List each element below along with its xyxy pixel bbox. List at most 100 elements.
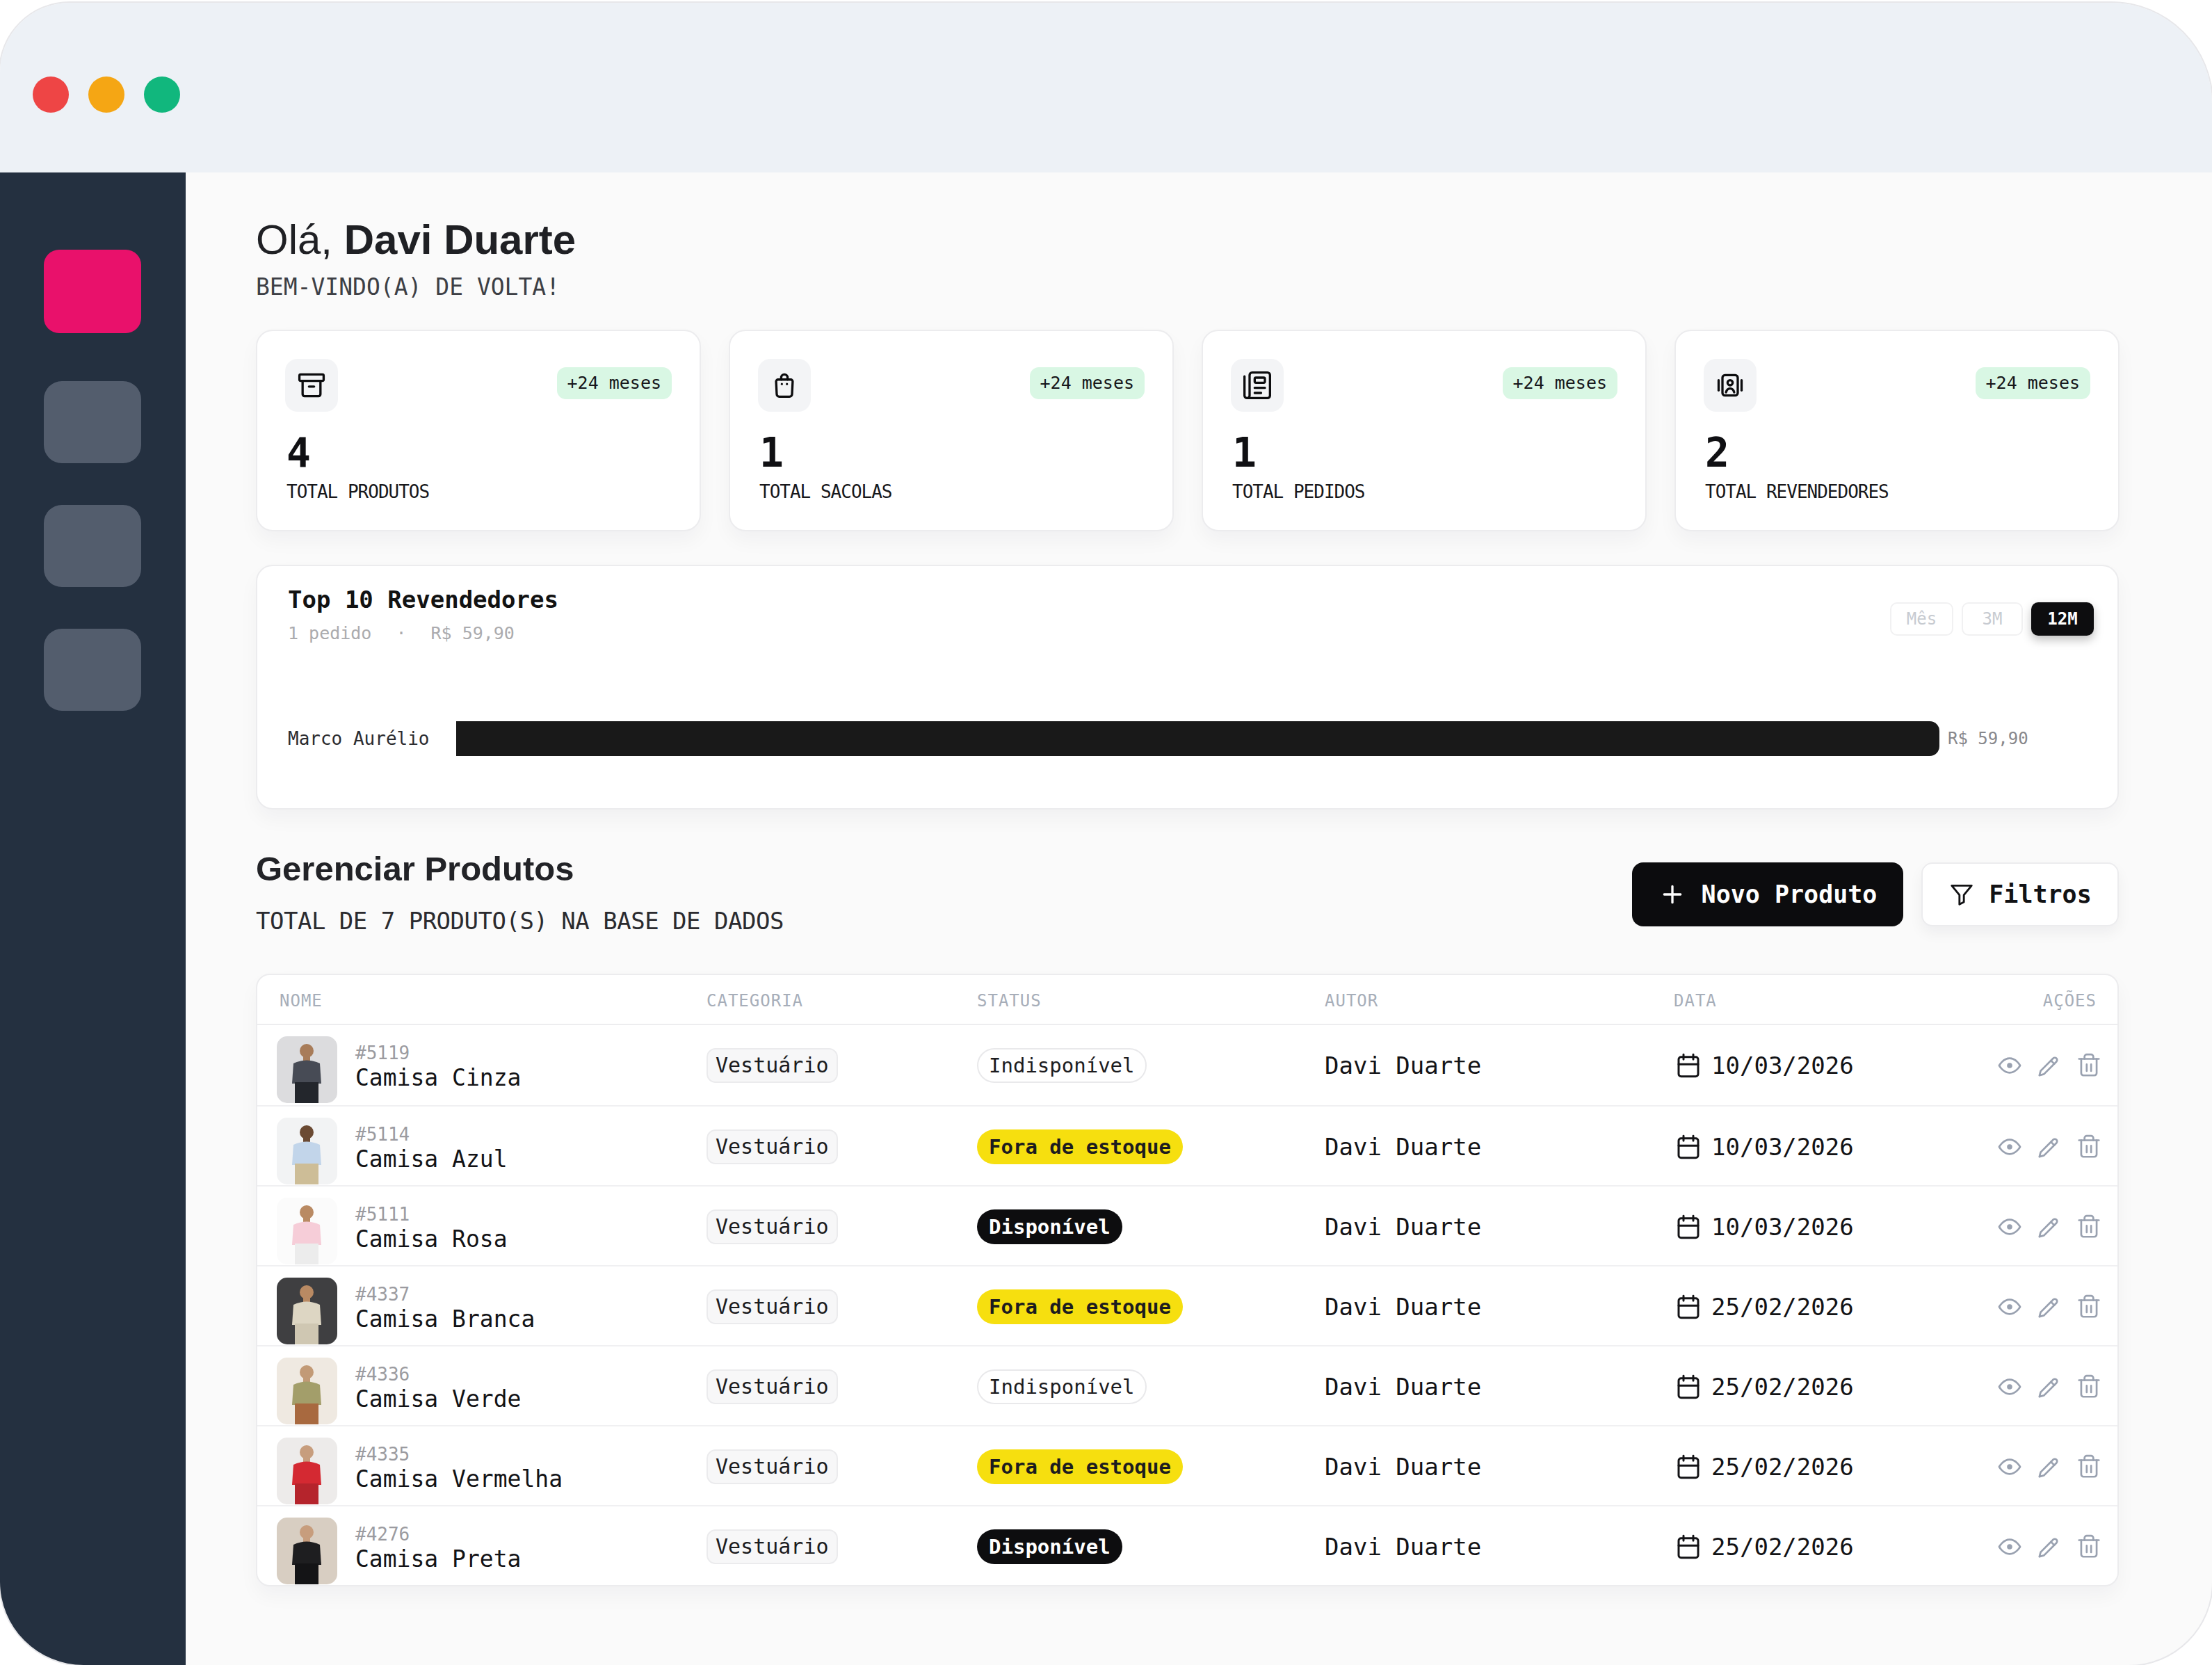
product-date: 25/02/2026 xyxy=(1674,1426,1854,1506)
edit-icon[interactable] xyxy=(2036,1214,2062,1240)
top-resellers-panel: Top 10 Revendedores 1 pedido·R$ 59,90 Mê… xyxy=(256,565,2119,810)
product-photo-figure xyxy=(277,1438,337,1504)
row-actions xyxy=(1996,1346,2102,1426)
reseller-name: Marco Aurélio xyxy=(288,728,456,749)
separator-dot: · xyxy=(396,623,406,643)
calendar-icon xyxy=(1674,1532,1703,1561)
col-header-acoes: AÇÕES xyxy=(2043,991,2097,1011)
view-icon[interactable] xyxy=(1996,1534,2023,1560)
product-photo xyxy=(277,1438,337,1504)
new-product-label: Novo Produto xyxy=(1702,880,1878,908)
view-icon[interactable] xyxy=(1996,1374,2023,1400)
product-row: #4336 Camisa Verde Vestuário Indisponíve… xyxy=(257,1345,2117,1425)
new-product-button[interactable]: Novo Produto xyxy=(1632,862,1903,926)
stat-icon-box xyxy=(758,359,811,412)
delete-icon[interactable] xyxy=(2076,1214,2102,1240)
delete-icon[interactable] xyxy=(2076,1534,2102,1560)
filters-button[interactable]: Filtros xyxy=(1921,862,2119,926)
product-author: Davi Duarte xyxy=(1325,1025,1481,1105)
product-date-text: 25/02/2026 xyxy=(1711,1293,1854,1321)
product-date-text: 10/03/2026 xyxy=(1711,1052,1854,1079)
stat-period-badge: +24 meses xyxy=(1030,367,1145,399)
edit-icon[interactable] xyxy=(2036,1294,2062,1320)
status-chip: Indisponível xyxy=(977,1369,1147,1404)
range-button-12m[interactable]: 12M xyxy=(2031,602,2094,636)
delete-icon[interactable] xyxy=(2076,1454,2102,1480)
stat-icon-box xyxy=(1704,359,1757,412)
stat-label: TOTAL PRODUTOS xyxy=(286,481,429,502)
products-section-subtitle: TOTAL DE 7 PRODUTO(S) NA BASE DE DADOS xyxy=(256,907,784,935)
delete-icon[interactable] xyxy=(2076,1052,2102,1079)
calendar-icon xyxy=(1674,1132,1703,1161)
product-name: Camisa Cinza xyxy=(355,1064,521,1091)
range-button-mês[interactable]: Mês xyxy=(1890,602,1953,636)
funnel-icon xyxy=(1948,881,1975,908)
view-icon[interactable] xyxy=(1996,1214,2023,1240)
stat-label: TOTAL PEDIDOS xyxy=(1232,481,1365,502)
status-chip: Fora de estoque xyxy=(977,1289,1183,1324)
col-header-status: STATUS xyxy=(977,991,1042,1011)
product-row: #5114 Camisa Azul Vestuário Fora de esto… xyxy=(257,1105,2117,1185)
col-header-data: DATA xyxy=(1674,991,1717,1011)
product-id: #4276 xyxy=(355,1524,410,1545)
view-icon[interactable] xyxy=(1996,1052,2023,1079)
product-id: #5119 xyxy=(355,1043,410,1063)
calendar-icon xyxy=(1674,1452,1703,1481)
delete-icon[interactable] xyxy=(2076,1294,2102,1320)
edit-icon[interactable] xyxy=(2036,1134,2062,1160)
product-row: #5119 Camisa Cinza Vestuário Indisponíve… xyxy=(257,1025,2117,1105)
edit-icon[interactable] xyxy=(2036,1454,2062,1480)
category-chip: Vestuário xyxy=(707,1289,838,1324)
product-photo-figure xyxy=(277,1358,337,1424)
reseller-bar-row: Marco Aurélio R$ 59,90 xyxy=(288,721,2087,756)
stat-card: +24 meses 1 TOTAL SACOLAS xyxy=(729,330,1174,531)
stat-icon-box xyxy=(285,359,338,412)
product-photo-figure xyxy=(277,1278,337,1344)
product-name: Camisa Rosa xyxy=(355,1225,508,1253)
calendar-icon xyxy=(1674,1292,1703,1321)
greeting-hello: Olá, xyxy=(256,216,332,263)
status-chip: Fora de estoque xyxy=(977,1129,1183,1164)
category-chip: Vestuário xyxy=(707,1048,838,1083)
product-photo-figure xyxy=(277,1198,337,1264)
range-button-3m[interactable]: 3M xyxy=(1962,602,2023,636)
col-header-autor: AUTOR xyxy=(1325,991,1378,1011)
products-section-title: Gerenciar Produtos xyxy=(256,849,574,888)
stat-value: 1 xyxy=(1232,433,1257,473)
delete-icon[interactable] xyxy=(2076,1374,2102,1400)
receipt-icon xyxy=(1242,370,1273,401)
row-actions xyxy=(1996,1266,2102,1346)
product-date: 25/02/2026 xyxy=(1674,1506,1854,1586)
stat-value: 1 xyxy=(759,433,784,473)
product-row: #4335 Camisa Vermelha Vestuário Fora de … xyxy=(257,1425,2117,1505)
view-icon[interactable] xyxy=(1996,1294,2023,1320)
product-id: #4337 xyxy=(355,1284,410,1305)
row-actions xyxy=(1996,1187,2102,1266)
product-row: #4276 Camisa Preta Vestuário Disponível … xyxy=(257,1505,2117,1585)
product-name: Camisa Azul xyxy=(355,1145,508,1173)
product-date-text: 25/02/2026 xyxy=(1711,1533,1854,1561)
category-chip: Vestuário xyxy=(707,1449,838,1484)
products-table: NOME CATEGORIA STATUS AUTOR DATA AÇÕES #… xyxy=(256,974,2119,1586)
edit-icon[interactable] xyxy=(2036,1374,2062,1400)
delete-icon[interactable] xyxy=(2076,1134,2102,1160)
edit-icon[interactable] xyxy=(2036,1534,2062,1560)
edit-icon[interactable] xyxy=(2036,1052,2062,1079)
product-author: Davi Duarte xyxy=(1325,1187,1481,1266)
stat-period-badge: +24 meses xyxy=(557,367,672,399)
category-chip: Vestuário xyxy=(707,1529,838,1564)
stat-period-badge: +24 meses xyxy=(1976,367,2090,399)
stat-label: TOTAL SACOLAS xyxy=(759,481,892,502)
product-id: #4335 xyxy=(355,1444,410,1465)
archive-icon xyxy=(296,370,327,401)
product-photo xyxy=(277,1118,337,1184)
row-actions xyxy=(1996,1107,2102,1187)
view-icon[interactable] xyxy=(1996,1134,2023,1160)
product-photo-figure xyxy=(277,1036,337,1103)
shopping-bag-icon xyxy=(769,370,800,401)
product-author: Davi Duarte xyxy=(1325,1107,1481,1187)
amount-summary: R$ 59,90 xyxy=(430,623,514,643)
stat-label: TOTAL REVENDEDORES xyxy=(1705,481,1889,502)
status-chip: Disponível xyxy=(977,1529,1122,1564)
view-icon[interactable] xyxy=(1996,1454,2023,1480)
